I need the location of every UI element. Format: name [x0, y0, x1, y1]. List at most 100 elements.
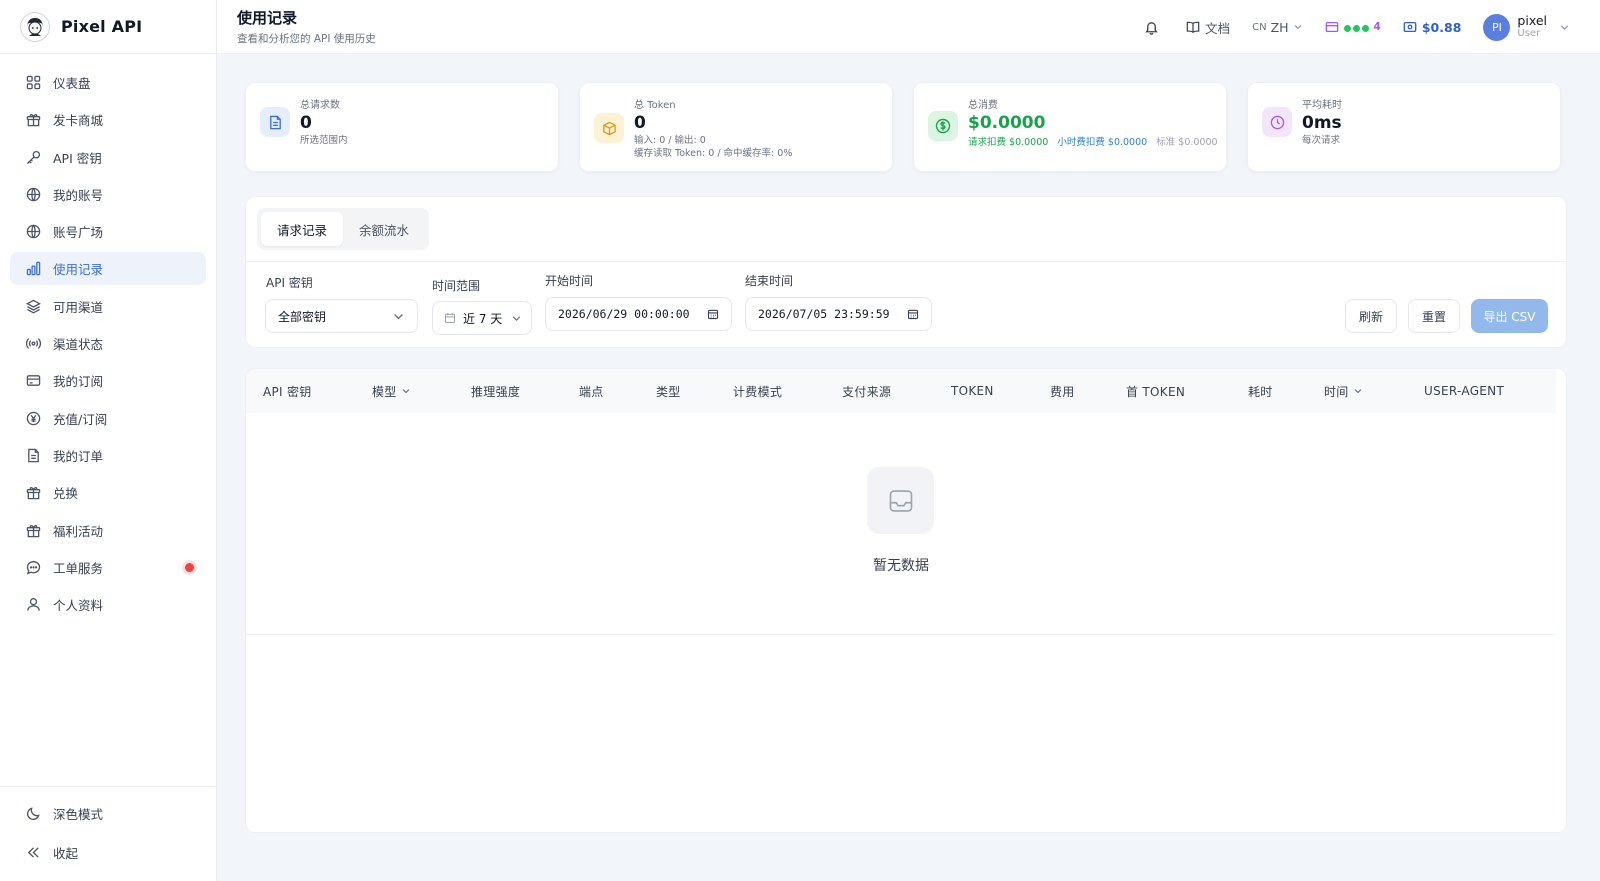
sidebar-item-label: 我的订阅: [53, 374, 104, 390]
top-header: 使用记录 查看和分析您的 API 使用历史 文档 CN ZH 4 $0.88 P…: [217, 0, 1600, 54]
sidebar-item-label: 渠道状态: [53, 337, 104, 353]
sidebar-item-subscriptions[interactable]: 我的订阅: [10, 364, 206, 397]
record-tabs: 请求记录 余额流水: [257, 208, 430, 250]
column-header: API 密钥: [263, 384, 312, 399]
stat-sub: 每次请求: [1302, 135, 1341, 146]
sidebar-item-label: API 密钥: [53, 150, 102, 166]
sidebar-nav: 仪表盘 发卡商城 API 密钥 我的账号 账号广场 使用记录 可用渠道 渠道状态…: [0, 54, 216, 621]
tab-request-records[interactable]: 请求记录: [261, 212, 344, 246]
docs-link[interactable]: 文档: [1186, 18, 1230, 37]
column-header-time[interactable]: 时间: [1324, 369, 1363, 413]
tab-balance-flow[interactable]: 余额流水: [343, 212, 425, 246]
card-icon: [24, 372, 42, 390]
empty-state-text: 暂无数据: [873, 558, 929, 574]
api-key-select[interactable]: 全部密钥: [265, 299, 418, 333]
page-title: 使用记录: [237, 9, 298, 27]
wallet-icon: [1403, 20, 1417, 34]
layers-icon: [24, 297, 42, 315]
sidebar-item-usage[interactable]: 使用记录: [10, 252, 206, 286]
sidebar-item-label: 充值/订阅: [53, 411, 108, 427]
cost-breakdown: 请求扣费 $0.0000 小时费扣费 $0.0000 标准 $0.0000: [968, 137, 1218, 150]
sidebar-item-my-account[interactable]: 我的账号: [10, 178, 206, 211]
column-header: 计费模式: [733, 384, 783, 399]
sidebar-item-benefits[interactable]: 福利活动: [10, 514, 206, 547]
bar-chart-icon: [24, 260, 42, 278]
calendar-icon: [907, 308, 919, 320]
sidebar-item-recharge[interactable]: 充值/订阅: [10, 402, 206, 435]
stat-label: 总 Token: [634, 100, 676, 111]
time-range-select[interactable]: 近 7 天: [432, 301, 532, 335]
balance-display[interactable]: $0.88: [1403, 19, 1462, 35]
sidebar-item-label: 账号广场: [53, 225, 104, 241]
dashboard-icon: [24, 74, 42, 92]
sidebar-item-label: 兑换: [53, 486, 79, 502]
sidebar-item-profile[interactable]: 个人资料: [10, 588, 206, 621]
sidebar-item-orders[interactable]: 我的订单: [10, 439, 206, 472]
subscription-status[interactable]: 4: [1325, 20, 1381, 35]
signal-icon: [24, 335, 42, 353]
divider: [246, 634, 1556, 635]
notification-dot: [185, 562, 194, 572]
column-header: 首 TOKEN: [1126, 384, 1186, 399]
user-role: User: [1517, 28, 1541, 40]
sidebar-item-channel-status[interactable]: 渠道状态: [10, 327, 206, 360]
sidebar-item-channels[interactable]: 可用渠道: [10, 290, 206, 323]
sidebar-item-account-plaza[interactable]: 账号广场: [10, 215, 206, 248]
start-time-input[interactable]: 2026/06/29 00:00:00: [545, 297, 732, 331]
chat-icon: [24, 558, 42, 576]
brand[interactable]: Pixel API: [0, 0, 216, 54]
app-name: Pixel API: [61, 17, 143, 36]
moon-icon: [24, 805, 42, 823]
sidebar-item-label: 工单服务: [53, 560, 104, 576]
column-header-label: 时间: [1324, 384, 1349, 399]
sidebar-item-label: 可用渠道: [53, 299, 104, 315]
avatar: PI: [1483, 13, 1511, 41]
reset-button[interactable]: 重置: [1408, 299, 1460, 333]
subscription-count: 4: [1373, 21, 1381, 33]
end-time-input[interactable]: 2026/07/05 23:59:59: [745, 297, 932, 331]
sidebar-item-tickets[interactable]: 工单服务: [10, 551, 206, 584]
stat-value: $0.0000: [968, 113, 1046, 133]
stat-card-cost: 总消费 $0.0000 请求扣费 $0.0000 小时费扣费 $0.0000 标…: [913, 82, 1227, 172]
stat-value: 0: [634, 113, 646, 133]
book-icon: [1186, 20, 1200, 34]
column-header-label: 模型: [372, 384, 397, 399]
filter-panel: 请求记录 余额流水 API 密钥 全部密钥 时间范围 近 7 天 开始时间 20…: [245, 196, 1567, 348]
language-selector[interactable]: CN ZH: [1252, 20, 1302, 35]
export-csv-button[interactable]: 导出 CSV: [1471, 299, 1548, 333]
column-header-model[interactable]: 模型: [372, 369, 411, 413]
gift-icon: [24, 484, 42, 502]
sidebar: Pixel API 仪表盘 发卡商城 API 密钥 我的账号 账号广场 使用记录…: [0, 0, 217, 881]
gift-icon: [24, 111, 42, 129]
balance-value: $0.88: [1421, 19, 1462, 35]
api-key-label: API 密钥: [266, 276, 313, 290]
user-menu[interactable]: PI pixel User: [1483, 13, 1570, 41]
globe-icon: [24, 185, 42, 203]
collapse-sidebar-button[interactable]: 收起: [10, 836, 206, 869]
stat-value: 0ms: [1302, 113, 1342, 133]
sidebar-item-api-keys[interactable]: API 密钥: [10, 141, 206, 174]
sidebar-item-label: 仪表盘: [53, 76, 91, 91]
bell-icon: [1144, 20, 1159, 35]
page-heading: 使用记录 查看和分析您的 API 使用历史: [237, 7, 376, 46]
stat-sub-cache: 缓存读取 Token: 0 / 命中缓存率: 0%: [634, 147, 793, 159]
dark-mode-label: 深色模式: [53, 807, 104, 822]
dark-mode-toggle[interactable]: 深色模式: [10, 797, 206, 830]
stat-label: 总消费: [968, 100, 998, 111]
sidebar-item-card-shop[interactable]: 发卡商城: [10, 103, 206, 136]
card-icon: [1325, 20, 1339, 34]
calendar-icon: [444, 312, 456, 324]
stat-sub: 所选范围内: [300, 135, 348, 146]
chevron-down-icon: [1353, 386, 1363, 396]
stat-label: 总请求数: [300, 100, 340, 111]
yen-icon: [24, 409, 42, 427]
start-time-label: 开始时间: [545, 274, 594, 288]
sidebar-item-dashboard[interactable]: 仪表盘: [10, 66, 206, 99]
sidebar-item-label: 个人资料: [53, 598, 104, 614]
sidebar-item-redeem[interactable]: 兑换: [10, 476, 206, 509]
column-header: 端点: [579, 384, 604, 399]
clock-icon: [1262, 107, 1292, 137]
sidebar-item-label: 发卡商城: [53, 113, 104, 129]
refresh-button[interactable]: 刷新: [1345, 299, 1397, 333]
notifications-button[interactable]: [1144, 20, 1164, 35]
